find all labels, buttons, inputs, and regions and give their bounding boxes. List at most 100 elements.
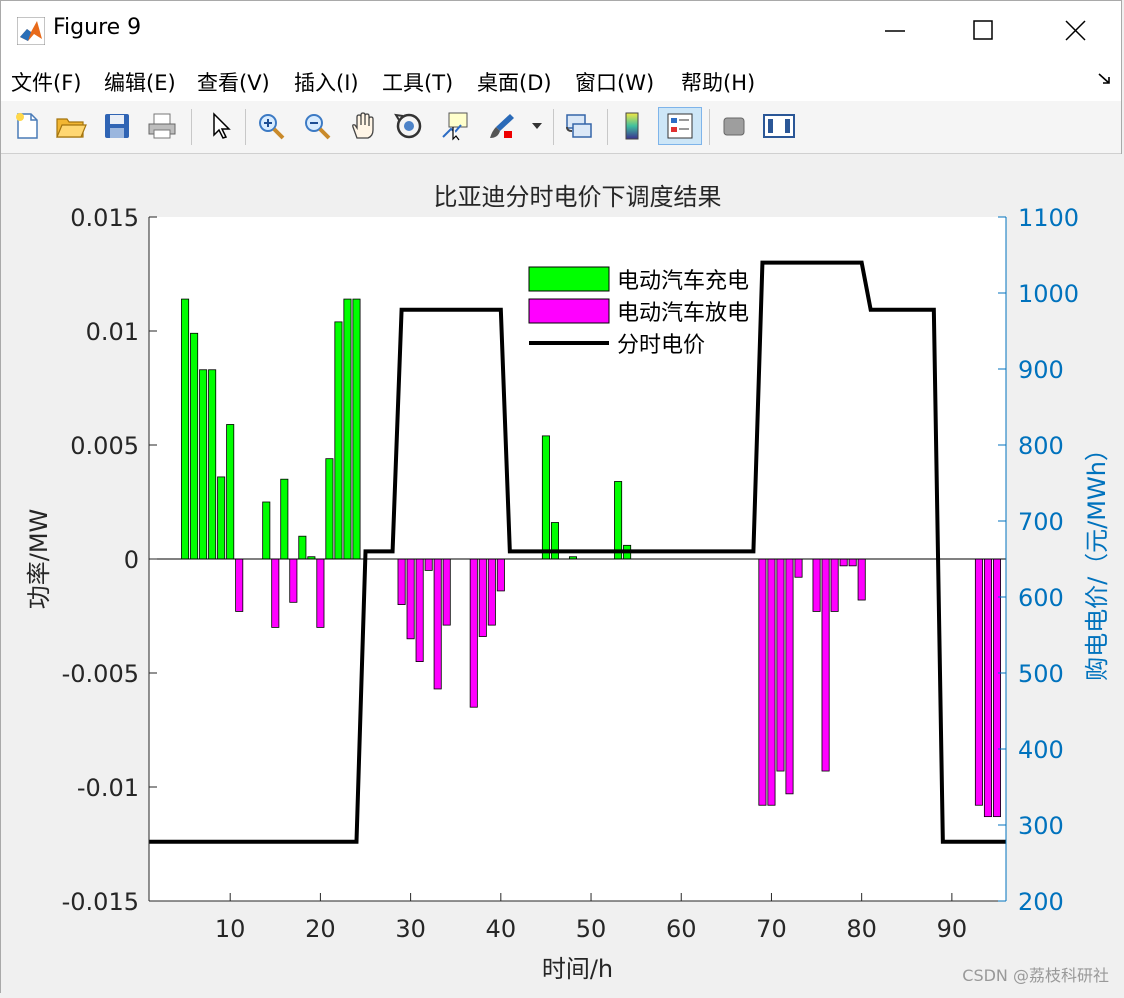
x-tick-label: 60 bbox=[666, 915, 697, 943]
y-tick-label-right: 700 bbox=[1018, 508, 1064, 536]
zoom-out-button[interactable] bbox=[299, 107, 335, 145]
bar-charge bbox=[208, 369, 217, 560]
brush-dropdown-button[interactable] bbox=[527, 107, 547, 145]
show-plot-tools-icon bbox=[763, 114, 795, 138]
x-tick-label: 90 bbox=[937, 915, 968, 943]
y-tick-label-right: 1000 bbox=[1018, 280, 1079, 308]
link-plot-icon bbox=[566, 114, 592, 138]
bar-discharge bbox=[857, 558, 866, 601]
minimize-icon bbox=[885, 30, 905, 32]
bar-charge bbox=[280, 478, 289, 560]
new-figure-button[interactable] bbox=[9, 107, 45, 145]
menu-insert[interactable]: 插入(I) bbox=[294, 67, 359, 97]
legend-button[interactable] bbox=[658, 107, 702, 145]
x-tick-label: 30 bbox=[395, 915, 426, 943]
close-button[interactable] bbox=[1045, 1, 1107, 59]
bar-discharge bbox=[289, 558, 298, 603]
toolbar-separator bbox=[245, 109, 246, 145]
bar-charge bbox=[325, 458, 334, 560]
chart-title: 比亚迪分时电价下调度结果 bbox=[434, 183, 722, 211]
data-cursor-button[interactable] bbox=[437, 107, 473, 145]
menu-desktop[interactable]: 桌面(D) bbox=[477, 67, 552, 97]
y-tick-label-right: 600 bbox=[1018, 584, 1064, 612]
menu-window[interactable]: 窗口(W) bbox=[575, 67, 654, 97]
menu-view[interactable]: 查看(V) bbox=[197, 67, 270, 97]
bar-discharge bbox=[469, 558, 478, 708]
print-icon bbox=[148, 113, 176, 139]
y-tick-label-right: 200 bbox=[1018, 888, 1064, 916]
brush-dropdown-icon bbox=[532, 123, 542, 129]
bar-charge bbox=[614, 481, 623, 560]
y-tick-label-left: 0 bbox=[124, 546, 139, 574]
menu-tools[interactable]: 工具(T) bbox=[382, 67, 453, 97]
colorbar-button[interactable] bbox=[614, 107, 650, 145]
bar-discharge bbox=[992, 558, 1001, 818]
bar-charge bbox=[298, 535, 307, 560]
watermark: CSDN @荔枝科研社 bbox=[962, 966, 1109, 985]
colorbar-icon bbox=[625, 112, 639, 140]
legend-icon bbox=[667, 113, 693, 139]
print-button[interactable] bbox=[144, 107, 180, 145]
bar-discharge bbox=[830, 558, 839, 612]
maximize-button[interactable] bbox=[953, 1, 1015, 59]
brush-button[interactable] bbox=[483, 107, 519, 145]
y-tick-label-left: 0.01 bbox=[86, 318, 139, 346]
bar-discharge bbox=[271, 558, 280, 628]
y-tick-label-right: 400 bbox=[1018, 736, 1064, 764]
x-tick-label: 20 bbox=[305, 915, 336, 943]
bar-discharge bbox=[496, 558, 505, 592]
figure-toolbar bbox=[1, 101, 1121, 154]
rotate-3d-button[interactable] bbox=[391, 107, 427, 145]
menu-edit[interactable]: 编辑(E) bbox=[104, 67, 176, 97]
menu-expand-icon[interactable] bbox=[1097, 71, 1113, 87]
y-tick-label-left: -0.01 bbox=[77, 774, 139, 802]
minimize-button[interactable] bbox=[865, 1, 927, 59]
figure-window: Figure 9 文件(F) 编辑(E) 查看(V) 插入(I) 工具(T) 桌… bbox=[0, 0, 1123, 994]
y-tick-label-right: 500 bbox=[1018, 660, 1064, 688]
open-file-button[interactable] bbox=[53, 107, 89, 145]
bar-discharge bbox=[839, 558, 848, 567]
bar-discharge bbox=[767, 558, 776, 806]
save-button[interactable] bbox=[99, 107, 135, 145]
y-tick-label-left: 0.005 bbox=[70, 432, 139, 460]
bar-discharge bbox=[812, 558, 821, 612]
x-tick-label: 80 bbox=[846, 915, 877, 943]
bar-discharge bbox=[235, 558, 244, 612]
bar-discharge bbox=[821, 558, 830, 772]
rotate-3d-icon bbox=[394, 113, 422, 139]
bar-charge bbox=[217, 476, 226, 560]
show-plot-tools-button[interactable] bbox=[761, 107, 797, 145]
close-icon bbox=[1065, 20, 1086, 41]
zoom-in-icon bbox=[259, 114, 285, 140]
bar-discharge bbox=[974, 558, 983, 806]
bar-charge bbox=[541, 435, 550, 560]
bar-charge bbox=[550, 522, 559, 560]
link-plot-button[interactable] bbox=[561, 107, 597, 145]
legend-label-charge: 电动汽车充电 bbox=[617, 269, 749, 294]
bar-charge bbox=[190, 332, 199, 560]
brush-icon bbox=[490, 114, 514, 138]
y-tick-label-left: 0.015 bbox=[70, 204, 139, 232]
y-axis-label-left: 功率/MW bbox=[25, 509, 53, 610]
bar-discharge bbox=[785, 558, 794, 795]
bar-charge bbox=[352, 298, 361, 560]
y-tick-label-right: 800 bbox=[1018, 432, 1064, 460]
bar-discharge bbox=[397, 558, 406, 605]
pan-button[interactable] bbox=[345, 107, 381, 145]
hide-plot-tools-icon bbox=[723, 117, 745, 136]
bar-discharge bbox=[794, 558, 803, 578]
y-axis-label-right: 购电电价/（元/MWh） bbox=[1083, 437, 1111, 681]
zoom-in-button[interactable] bbox=[253, 107, 289, 145]
menu-help[interactable]: 帮助(H) bbox=[681, 67, 755, 97]
pointer-button[interactable] bbox=[202, 107, 238, 145]
hide-plot-tools-button[interactable] bbox=[716, 107, 752, 145]
matlab-icon bbox=[17, 17, 45, 45]
bar-discharge bbox=[776, 558, 785, 772]
bar-discharge bbox=[433, 558, 442, 690]
toolbar-separator bbox=[607, 109, 608, 145]
x-tick-label: 70 bbox=[756, 915, 787, 943]
menu-file[interactable]: 文件(F) bbox=[11, 67, 81, 97]
bar-discharge bbox=[316, 558, 325, 628]
data-cursor-icon bbox=[442, 112, 468, 141]
new-figure-icon bbox=[16, 113, 38, 139]
